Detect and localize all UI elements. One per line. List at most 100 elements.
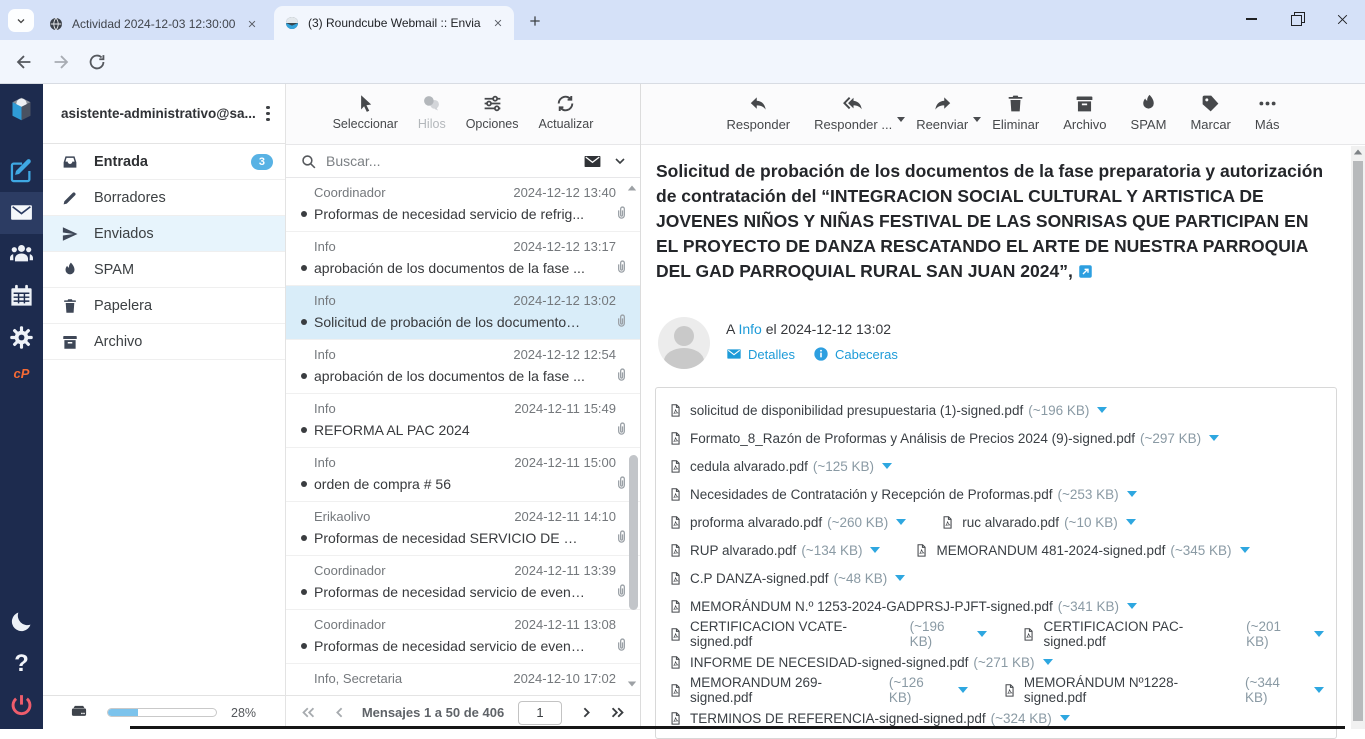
attachment[interactable]: MEMORANDUM 481-2024-signed.pdf(~345 KB): [914, 542, 1249, 559]
list-item[interactable]: Erikaolivo2024-12-11 14:10 Proformas de …: [286, 502, 640, 556]
tab-actividad[interactable]: Actividad 2024-12-03 12:30:00: [38, 7, 268, 40]
calendar-icon[interactable]: [8, 282, 35, 309]
page-number-input[interactable]: [518, 701, 562, 725]
list-item[interactable]: Info2024-12-11 15:00 orden de compra # 5…: [286, 448, 640, 502]
reader-scrollbar[interactable]: [1351, 146, 1365, 729]
list-item[interactable]: Info2024-12-12 13:17 aprobación de los d…: [286, 232, 640, 286]
attachment-menu-caret[interactable]: [895, 575, 905, 581]
attachment-menu-caret[interactable]: [870, 547, 880, 553]
contacts-icon[interactable]: [8, 240, 35, 267]
list-item[interactable]: Coordinador2024-12-12 13:40 Proformas de…: [286, 178, 640, 232]
reply-all-menu-caret[interactable]: [897, 117, 905, 122]
headers-toggle[interactable]: Cabeceras: [813, 346, 898, 362]
attachment-menu-caret[interactable]: [1240, 547, 1250, 553]
attachment[interactable]: cedula alvarado.pdf(~125 KB): [668, 458, 892, 475]
search-scope-mail-icon[interactable]: [583, 152, 602, 171]
attachment-menu-caret[interactable]: [1314, 631, 1324, 637]
search-input[interactable]: [326, 153, 583, 169]
reader-scrollbar-thumb[interactable]: [1353, 161, 1363, 721]
attachment[interactable]: RUP alvarado.pdf(~134 KB): [668, 542, 880, 559]
sidebar-item-entrada[interactable]: Entrada 3: [43, 144, 285, 180]
window-close-button[interactable]: [1319, 0, 1365, 38]
attachment-menu-caret[interactable]: [1126, 519, 1136, 525]
search-options-chevron-icon[interactable]: [612, 153, 628, 169]
list-scroll-down-icon[interactable]: [627, 680, 637, 688]
threads-button[interactable]: Hilos: [418, 93, 446, 131]
attachment[interactable]: MEMORÁNDUM N.º 1253-2024-GADPRSJ-PJFT-si…: [668, 598, 1137, 615]
attachment[interactable]: Formato_8_Razón de Proformas y Análisis …: [668, 430, 1219, 447]
list-item[interactable]: Info, Secretaria2024-12-10 17:02: [286, 664, 640, 695]
attachment[interactable]: MEMORANDUM 269-signed.pdf(~126 KB): [668, 675, 968, 705]
mail-nav-active[interactable]: [0, 192, 43, 234]
more-button[interactable]: Más: [1255, 93, 1280, 132]
attachment[interactable]: proforma alvarado.pdf(~260 KB): [668, 514, 906, 531]
roundcube-logo-icon[interactable]: [8, 96, 35, 123]
attachment-menu-caret[interactable]: [1097, 407, 1107, 413]
sidebar-item-borradores[interactable]: Borradores: [43, 180, 285, 216]
attachment-menu-caret[interactable]: [1209, 435, 1219, 441]
attachment-menu-caret[interactable]: [1043, 659, 1053, 665]
external-link-icon[interactable]: [1078, 264, 1093, 279]
attachment[interactable]: TERMINOS DE REFERENCIA-signed-signed.pdf…: [668, 710, 1070, 727]
forward-button[interactable]: Reenviar: [916, 93, 968, 132]
attachment[interactable]: INFORME DE NECESIDAD-signed-signed.pdf(~…: [668, 654, 1053, 671]
spam-button[interactable]: SPAM: [1131, 93, 1167, 132]
list-scrollbar-thumb[interactable]: [629, 455, 638, 610]
attachment[interactable]: solicitud de disponibilidad presupuestar…: [668, 402, 1107, 419]
attachment-menu-caret[interactable]: [1060, 715, 1070, 721]
sidebar-item-spam[interactable]: SPAM: [43, 252, 285, 288]
next-page-icon[interactable]: [578, 704, 595, 721]
attachment-menu-caret[interactable]: [1127, 603, 1137, 609]
first-page-icon[interactable]: [300, 704, 317, 721]
tab-search-button[interactable]: [8, 9, 34, 32]
details-toggle[interactable]: Detalles: [726, 346, 795, 362]
logout-power-icon[interactable]: [8, 692, 35, 719]
attachment-menu-caret[interactable]: [896, 519, 906, 525]
tab-roundcube[interactable]: (3) Roundcube Webmail :: Envia: [274, 6, 514, 40]
attachment[interactable]: CERTIFICACION VCATE-signed.pdf(~196 KB): [668, 619, 987, 649]
refresh-button[interactable]: Actualizar: [539, 93, 594, 131]
forward-menu-caret[interactable]: [973, 117, 981, 122]
options-button[interactable]: Opciones: [466, 93, 519, 131]
attachment[interactable]: Necesidades de Contratación y Recepción …: [668, 486, 1137, 503]
folder-options-icon[interactable]: [261, 106, 275, 122]
attachment[interactable]: MEMORÁNDUM Nº1228-signed.pdf(~344 KB): [1002, 675, 1324, 705]
tab-close-icon[interactable]: [490, 15, 506, 31]
window-restore-button[interactable]: [1274, 0, 1320, 38]
prev-page-icon[interactable]: [331, 704, 348, 721]
tab-close-icon[interactable]: [244, 16, 260, 32]
attachment-menu-caret[interactable]: [882, 463, 892, 469]
settings-gear-icon[interactable]: [8, 324, 35, 351]
help-icon[interactable]: ?: [8, 650, 35, 677]
new-tab-button[interactable]: [522, 8, 548, 34]
cpanel-logo[interactable]: cP: [0, 366, 43, 381]
reload-button[interactable]: [86, 51, 108, 73]
attachment[interactable]: C.P DANZA-signed.pdf(~48 KB): [668, 570, 905, 587]
list-item-selected[interactable]: Info2024-12-12 13:02 Solicitud de probac…: [286, 286, 640, 340]
attachment[interactable]: CERTIFICACION PAC-signed.pdf(~201 KB): [1021, 619, 1324, 649]
compose-icon[interactable]: [8, 158, 35, 185]
back-button[interactable]: [13, 51, 35, 73]
sidebar-item-archivo[interactable]: Archivo: [43, 324, 285, 360]
mark-button[interactable]: Marcar: [1190, 93, 1230, 132]
list-scroll-up-icon[interactable]: [627, 184, 637, 192]
attachment-menu-caret[interactable]: [958, 687, 968, 693]
select-button[interactable]: Seleccionar: [333, 93, 398, 131]
last-page-icon[interactable]: [609, 704, 626, 721]
reply-all-button[interactable]: Responder ...: [814, 93, 892, 132]
attachment-menu-caret[interactable]: [1314, 687, 1324, 693]
attachment[interactable]: ruc alvarado.pdf(~10 KB): [940, 514, 1135, 531]
list-item[interactable]: Info2024-12-11 15:49 REFORMA AL PAC 2024: [286, 394, 640, 448]
sidebar-item-papelera[interactable]: Papelera: [43, 288, 285, 324]
dark-mode-moon-icon[interactable]: [8, 608, 35, 635]
attachment-menu-caret[interactable]: [1127, 491, 1137, 497]
sidebar-item-enviados[interactable]: Enviados: [43, 216, 285, 252]
delete-button[interactable]: Eliminar: [992, 93, 1039, 132]
archive-button[interactable]: Archivo: [1063, 93, 1106, 132]
list-item[interactable]: Info2024-12-12 12:54 aprobación de los d…: [286, 340, 640, 394]
list-item[interactable]: Coordinador2024-12-11 13:08 Proformas de…: [286, 610, 640, 664]
reader-scroll-up-icon[interactable]: [1353, 148, 1363, 156]
list-item[interactable]: Coordinador2024-12-11 13:39 Proformas de…: [286, 556, 640, 610]
recipient-link[interactable]: Info: [738, 321, 761, 337]
reply-button[interactable]: Responder: [727, 93, 791, 132]
